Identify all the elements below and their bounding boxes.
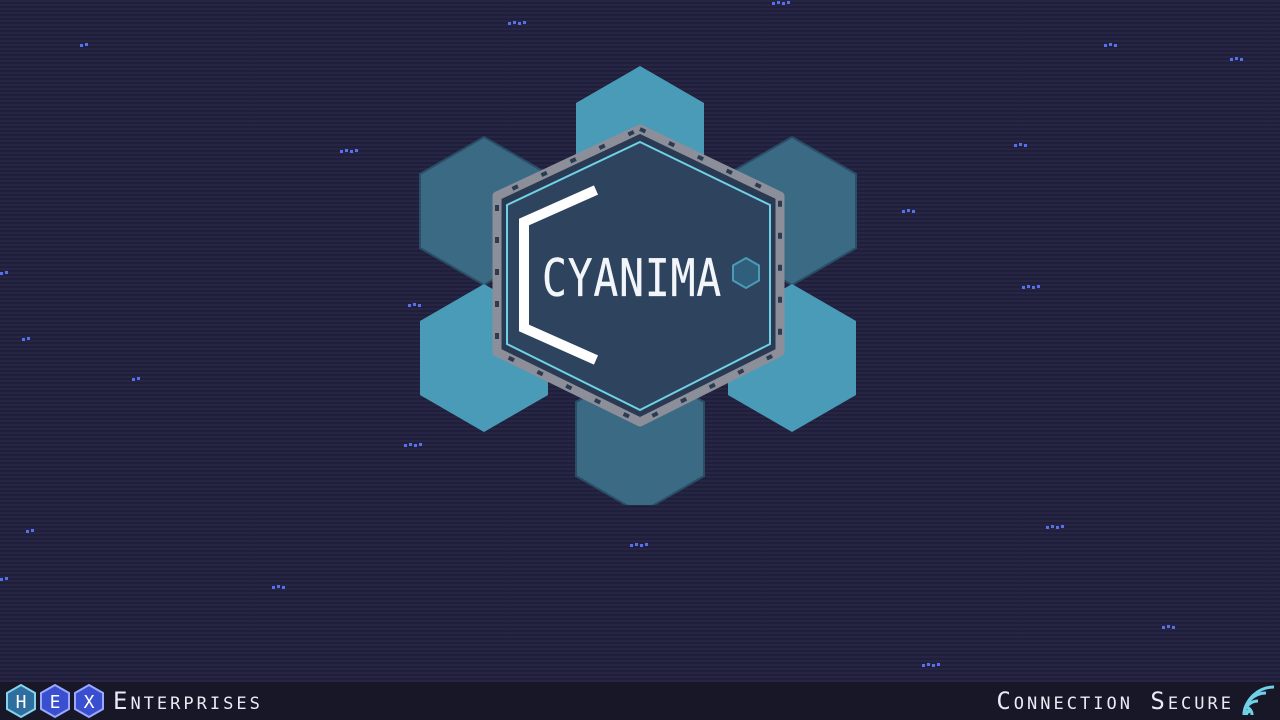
particle-dot xyxy=(1114,44,1117,47)
particle-dot xyxy=(132,378,135,381)
particle-dot xyxy=(645,543,648,546)
particle-dot xyxy=(518,22,521,25)
particle-dot xyxy=(22,338,25,341)
particle-dot xyxy=(27,337,30,340)
particle-dot xyxy=(1022,286,1025,289)
game-title: CYANIMA xyxy=(542,249,722,309)
particle-dot xyxy=(1109,43,1112,46)
particle-dot xyxy=(907,209,910,212)
particle-dot xyxy=(137,377,140,380)
particle-dot xyxy=(1235,57,1238,60)
particle-dot xyxy=(26,530,29,533)
particle-dot xyxy=(932,664,935,667)
particle-dot xyxy=(777,1,780,4)
particle-dot xyxy=(85,43,88,46)
brand-hex-h: H xyxy=(6,684,36,718)
particle-dot xyxy=(1037,285,1040,288)
brand-letter-e: E xyxy=(50,692,61,713)
particle-dot xyxy=(350,150,353,153)
particle-dot xyxy=(1167,625,1170,628)
brand-name-label: Enterprises xyxy=(113,687,263,715)
particle-dot xyxy=(345,149,348,152)
particle-dot xyxy=(523,21,526,24)
particle-dot xyxy=(340,150,343,153)
particle-dot xyxy=(782,2,785,5)
particle-dot xyxy=(1162,626,1165,629)
particle-dot xyxy=(5,577,8,580)
particle-dot xyxy=(0,578,3,581)
signal-icon xyxy=(1242,685,1275,716)
connection-status-label: Connection Secure xyxy=(996,687,1234,715)
particle-dot xyxy=(508,22,511,25)
particle-dot xyxy=(1172,626,1175,629)
particle-dot xyxy=(787,1,790,4)
footer-bar: H E X Enterprises Connection Secure xyxy=(0,682,1280,720)
particle-dot xyxy=(1240,58,1243,61)
particle-dot xyxy=(1056,526,1059,529)
particle-dot xyxy=(912,210,915,213)
particle-dot xyxy=(513,21,516,24)
particle-dot xyxy=(1032,286,1035,289)
particle-dot xyxy=(902,210,905,213)
particle-dot xyxy=(1046,526,1049,529)
brand-letter-x: X xyxy=(84,692,95,713)
particle-dot xyxy=(282,586,285,589)
brand-letter-h: H xyxy=(16,692,27,713)
particle-dot xyxy=(922,664,925,667)
particle-dot xyxy=(0,272,3,275)
particle-dot xyxy=(80,44,83,47)
particle-dot xyxy=(635,543,638,546)
particle-dot xyxy=(1014,144,1017,147)
particle-dot xyxy=(937,663,940,666)
particle-dot xyxy=(640,544,643,547)
title-screen: CYANIMA H E X Enterprises Connection Sec… xyxy=(0,0,1280,720)
particle-dot xyxy=(1019,143,1022,146)
brand-hex-e: E xyxy=(40,684,70,718)
particle-dot xyxy=(31,529,34,532)
particle-dot xyxy=(927,663,930,666)
particle-dot xyxy=(1104,44,1107,47)
particle-dot xyxy=(355,149,358,152)
cyanima-logo: CYANIMA xyxy=(419,66,857,505)
small-hex-icon xyxy=(732,256,760,290)
particle-dot xyxy=(277,585,280,588)
particle-dot xyxy=(1027,285,1030,288)
particle-dot xyxy=(772,2,775,5)
brand-hex-x: X xyxy=(74,684,104,718)
hex-brand-logo: H E X xyxy=(6,684,104,718)
particle-dot xyxy=(630,544,633,547)
particle-dot xyxy=(272,586,275,589)
particle-dot xyxy=(5,271,8,274)
particle-dot xyxy=(1061,525,1064,528)
particle-dot xyxy=(1051,525,1054,528)
particle-dot xyxy=(1230,58,1233,61)
particle-dot xyxy=(1024,144,1027,147)
